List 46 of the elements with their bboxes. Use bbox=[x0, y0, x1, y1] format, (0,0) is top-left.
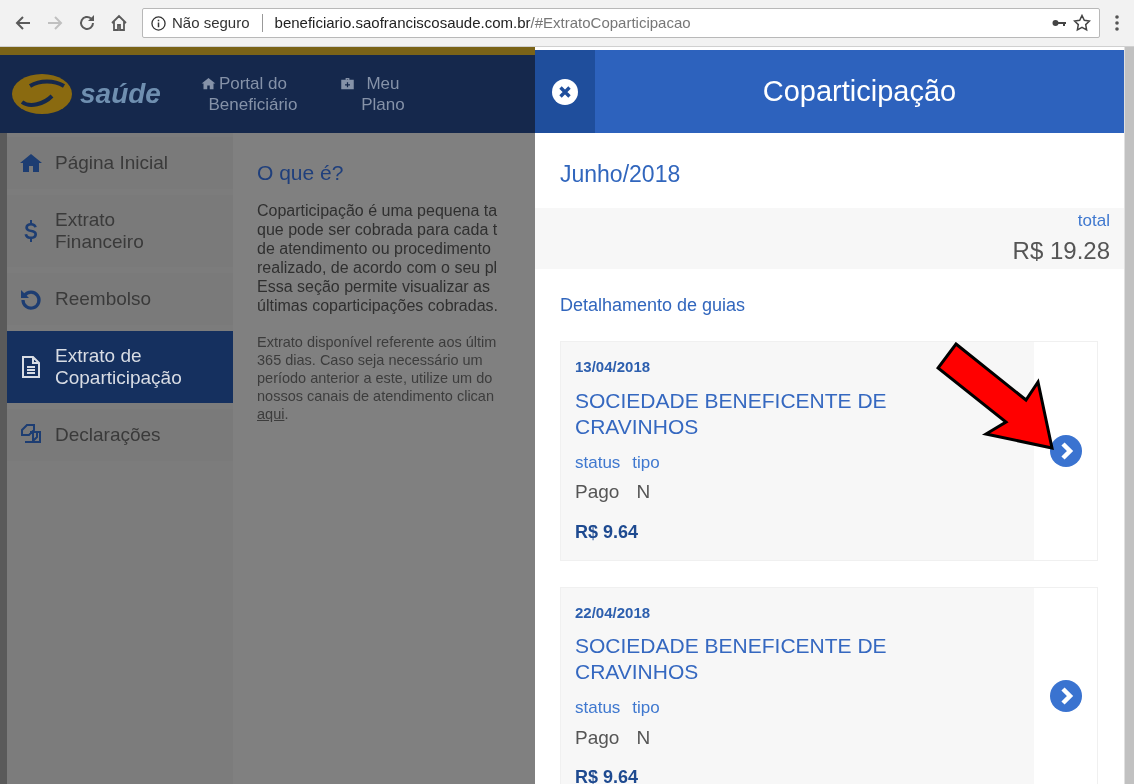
month-label: Junho/2018 bbox=[559, 160, 682, 189]
back-arrow-icon[interactable] bbox=[14, 14, 32, 32]
chevron-right-icon[interactable] bbox=[1049, 434, 1082, 467]
close-icon bbox=[552, 78, 578, 105]
section-title: Detalhamento de guias bbox=[559, 294, 747, 317]
provider-name: SOCIEDADE BENEFICENTE DE CRAVINHOS bbox=[575, 633, 888, 685]
section-heading: O que é? bbox=[257, 160, 345, 186]
total-label: total bbox=[1077, 209, 1110, 232]
logo-mark-icon bbox=[10, 72, 74, 116]
home-icon bbox=[200, 76, 216, 91]
guide-date: 22/04/2018 bbox=[575, 602, 652, 623]
type-label: tipo bbox=[632, 697, 660, 719]
menu-icon[interactable] bbox=[1114, 14, 1120, 32]
status-value: Pago bbox=[575, 480, 620, 504]
scrollbar[interactable] bbox=[1124, 47, 1134, 784]
info-icon bbox=[151, 15, 166, 31]
type-value: N bbox=[636, 725, 651, 750]
address-bar[interactable]: Não seguro beneficiario.saofranciscosaude.com.br/#ExtratoCoparticipacao bbox=[142, 8, 1100, 38]
provider-name: SOCIEDADE BENEFICENTE DE CRAVINHOS bbox=[575, 387, 888, 440]
type-value: N bbox=[636, 480, 651, 504]
home-icon bbox=[19, 151, 43, 175]
status-value: Pago bbox=[575, 725, 620, 750]
nav-link[interactable]: Meu Plano bbox=[339, 73, 405, 115]
document-icon bbox=[19, 355, 43, 379]
notice-text: Extrato disponível referente aos últim 365 dias. Caso seja necessário um período anterior a este, utilize um do nossos canais de atendimento clican aqui. bbox=[257, 332, 498, 423]
star-icon[interactable] bbox=[1073, 14, 1091, 32]
guide-date: 13/04/2018 bbox=[575, 357, 652, 377]
reload-icon[interactable] bbox=[78, 14, 96, 32]
type-label: tipo bbox=[632, 451, 660, 474]
sidebar-item[interactable]: Extrato de Coparticipação bbox=[7, 331, 233, 403]
status-label: status bbox=[575, 697, 621, 719]
medical-kit-icon bbox=[339, 76, 355, 91]
total-value: R$ 19.28 bbox=[1012, 236, 1110, 266]
nav-link[interactable]: Portal do Beneficiário bbox=[200, 73, 304, 115]
drawer-title: Coparticipação bbox=[595, 50, 1124, 133]
home-icon[interactable] bbox=[110, 14, 128, 32]
description-text: Coparticipação é uma pequena ta que pode ser cobrada para cada t de atendimento ou procedimento realizado, de acordo com o seu pl Essa seção permite visualizar as últimas coparticipações cobradas. bbox=[257, 200, 499, 315]
url-text: beneficiario.saofranciscosaude.com.br/#ExtratoCoparticipacao bbox=[274, 12, 692, 33]
logo-text: saúde bbox=[80, 77, 161, 111]
close-button[interactable] bbox=[535, 50, 595, 133]
undo-icon bbox=[19, 287, 43, 311]
security-label: Não seguro bbox=[172, 12, 250, 33]
here-link[interactable]: aqui bbox=[257, 405, 285, 422]
status-label: status bbox=[575, 451, 621, 474]
guide-amount: R$ 9.64 bbox=[575, 520, 640, 544]
guide-amount: R$ 9.64 bbox=[575, 766, 640, 784]
